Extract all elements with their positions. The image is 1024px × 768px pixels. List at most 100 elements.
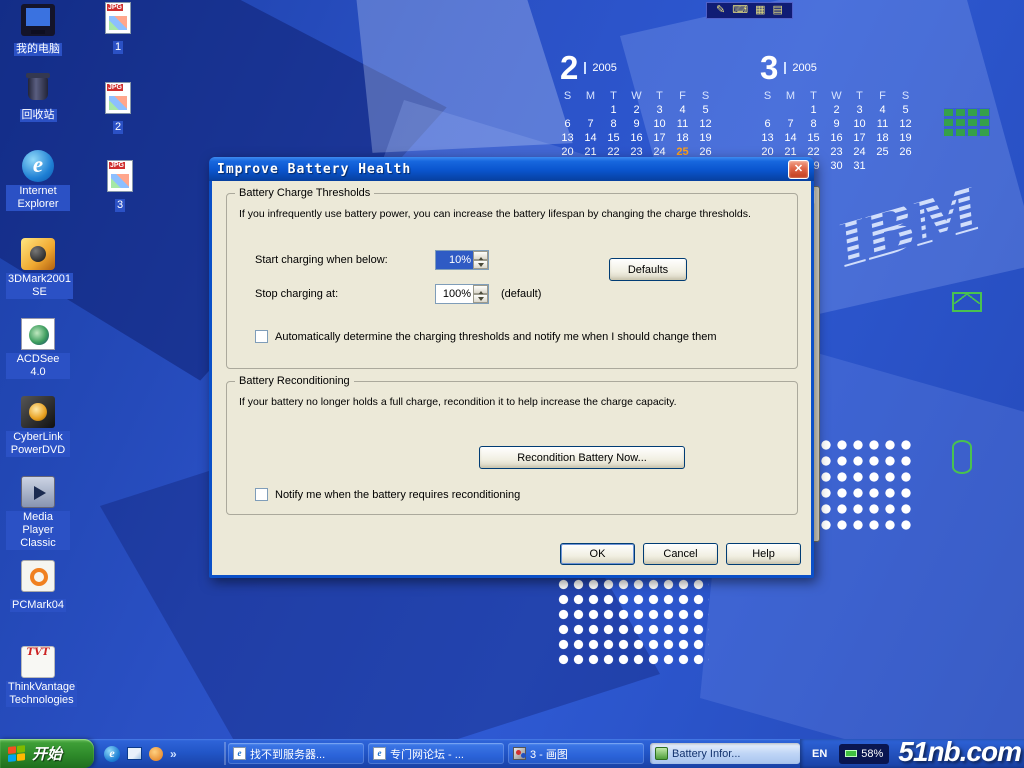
ok-button[interactable]: OK [560,543,635,565]
desktop-icon-jpg-3[interactable]: 3 [88,160,152,213]
desktop-icon-label: 回收站 [20,109,57,122]
calendar-day: 8 [602,118,625,130]
defaults-button[interactable]: Defaults [609,258,687,281]
desktop-icon-label: ThinkVantage Technologies [6,681,77,707]
calendar-weekday: S [756,90,779,102]
calendar-day: 3 [848,104,871,116]
recycle-bin-icon [21,70,55,102]
notify-reconditioning-checkbox-row[interactable]: Notify me when the battery requires reco… [255,488,520,501]
media-player-classic-icon [21,476,55,508]
taskbar-window-forum[interactable]: 专门网论坛 - ... [368,743,504,764]
calendar-day [779,104,802,116]
calendar-weekday: S [694,90,717,102]
calendar-weekday: T [802,90,825,102]
calendar-day: 25 [871,146,894,158]
doc-icon[interactable]: ▤ [773,5,783,16]
cylinder-decoration [952,440,972,474]
calendar-day: 16 [625,132,648,144]
desktop-icon-pcmark04[interactable]: PCMark04 [6,560,70,613]
notify-reconditioning-checkbox[interactable] [255,488,268,501]
start-threshold-spinner[interactable]: 10% [435,250,489,270]
stop-threshold-spinner[interactable]: 100% [435,284,489,304]
taskbar-window-label: 找不到服务器... [250,746,325,762]
calendar-title: 2 2005 [560,52,717,83]
calendar-day: 10 [848,118,871,130]
pen-toolbar[interactable]: ✎ ⌨ ▦ ▤ [706,2,793,19]
desktop-icon-label: 我的电脑 [14,43,62,56]
grid-icon[interactable]: ▦ [755,5,765,16]
envelope-icon [952,292,982,312]
pen-icon[interactable]: ✎ [716,5,725,16]
desktop-icon-recycle-bin[interactable]: 回收站 [6,70,70,123]
calendar-day: 19 [894,132,917,144]
jpg-file-icon [105,82,131,114]
desktop-icon-thinkvantage[interactable]: ThinkVantage Technologies [6,646,70,708]
jpg-file-icon [107,160,133,192]
desktop-icon-acdsee[interactable]: ACDSee 4.0 [6,318,70,380]
calendar-day: 16 [825,132,848,144]
close-button[interactable]: ✕ [788,160,809,179]
internet-explorer-icon [22,150,54,182]
taskbar-window-battery-information[interactable]: Battery Infor... [650,743,800,764]
dialog-body: Battery Charge Thresholds If you infrequ… [212,181,811,575]
auto-determine-label: Automatically determine the charging thr… [275,331,716,343]
desktop-icon-powerdvd[interactable]: CyberLink PowerDVD [6,396,70,458]
calendar-day: 5 [894,104,917,116]
cancel-button[interactable]: Cancel [643,543,718,565]
taskbar-separator [224,742,226,765]
calendar-day: 24 [848,146,871,158]
battery-tray-box[interactable]: 58% [839,744,889,764]
calendar-weekday: F [871,90,894,102]
calendar-february-2005: 2 2005 SMTWTFS12345678910111213141516171… [556,52,717,172]
desktop-icon-3dmark2001[interactable]: 3DMark2001 SE [6,238,70,300]
stop-threshold-value[interactable]: 100% [436,285,473,303]
notify-reconditioning-label: Notify me when the battery requires reco… [275,489,520,501]
desktop-icon-jpg-2[interactable]: 2 [86,82,150,135]
spinner-up-button[interactable] [473,251,488,260]
spinner-up-button[interactable] [473,285,488,294]
group-title: Battery Charge Thresholds [235,187,374,199]
spinner-down-button[interactable] [473,294,488,303]
start-threshold-value[interactable]: 10% [436,251,473,269]
desktop-icon-label: Internet Explorer [6,185,70,211]
white-dots-pattern [818,437,915,535]
calendar-day [579,104,602,116]
desktop-icon-label: 2 [113,121,123,134]
calendar-day: 18 [671,132,694,144]
taskbar-window-label: Battery Infor... [672,748,740,760]
desktop-icon-jpg-1[interactable]: 1 [86,2,150,55]
taskbar-window-paint[interactable]: 3 - 画图 [508,743,644,764]
calendar-weekday: W [625,90,648,102]
quicklaunch-chevron-icon[interactable]: » [170,747,177,761]
recondition-battery-button[interactable]: Recondition Battery Now... [479,446,685,469]
calendar-year: 2005 [784,62,816,74]
quicklaunch-ie-icon[interactable]: e [104,746,120,762]
calendar-day: 1 [802,104,825,116]
spinner-down-button[interactable] [473,260,488,269]
quicklaunch-media-icon[interactable] [149,747,163,761]
calendar-day: 3 [648,104,671,116]
taskbar-window-server-not-found[interactable]: 找不到服务器... [228,743,364,764]
keyboard-icon[interactable]: ⌨ [732,5,748,16]
desktop-icon-my-computer[interactable]: 我的电脑 [6,4,70,57]
calendar-weekday: M [579,90,602,102]
calendar-weekday: S [556,90,579,102]
language-indicator[interactable]: EN [812,748,827,760]
calendar-day: 15 [802,132,825,144]
taskbar-window-label: 3 - 画图 [530,746,568,762]
desktop-icon-media-player-classic[interactable]: Media Player Classic [6,476,70,551]
auto-determine-checkbox-row[interactable]: Automatically determine the charging thr… [255,330,716,343]
battery-charge-thresholds-group: Battery Charge Thresholds If you infrequ… [226,193,798,369]
desktop-icon-internet-explorer[interactable]: Internet Explorer [6,150,70,212]
calendar-day: 9 [825,118,848,130]
calendar-day: 11 [671,118,694,130]
start-button[interactable]: 开始 [0,739,94,768]
auto-determine-checkbox[interactable] [255,330,268,343]
ie-page-icon [233,747,246,760]
default-note: (default) [501,288,541,300]
quicklaunch-show-desktop-icon[interactable] [127,747,142,760]
calendar-weekday: M [779,90,802,102]
dialog-titlebar[interactable]: Improve Battery Health ✕ [209,157,814,181]
improve-battery-health-dialog: Improve Battery Health ✕ Battery Charge … [209,157,814,578]
help-button[interactable]: Help [726,543,801,565]
